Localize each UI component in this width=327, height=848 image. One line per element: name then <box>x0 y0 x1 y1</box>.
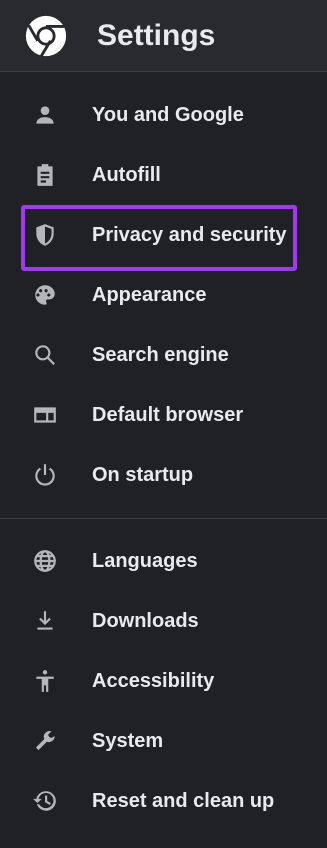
sidebar-item-label: Accessibility <box>92 669 215 692</box>
sidebar-item-you-and-google[interactable]: You and Google <box>0 85 327 145</box>
sidebar-item-label: Reset and clean up <box>92 789 275 812</box>
sidebar-item-label: Downloads <box>92 609 199 632</box>
sidebar-item-label: System <box>92 729 164 752</box>
power-icon <box>32 462 58 488</box>
sidebar-item-privacy-and-security[interactable]: Privacy and security <box>0 205 327 265</box>
search-icon <box>32 342 58 368</box>
chrome-logo-icon[interactable] <box>23 13 69 59</box>
clipboard-icon <box>32 162 58 188</box>
sidebar-item-accessibility[interactable]: Accessibility <box>0 651 327 711</box>
sidebar-item-label: Search engine <box>92 343 229 366</box>
sidebar-item-label: Privacy and security <box>92 223 287 246</box>
sidebar-item-appearance[interactable]: Appearance <box>0 265 327 325</box>
sidebar-item-languages[interactable]: Languages <box>0 531 327 591</box>
sidebar-item-reset-and-clean-up[interactable]: Reset and clean up <box>0 771 327 831</box>
globe-icon <box>32 548 58 574</box>
settings-header: Settings <box>0 0 327 72</box>
sidebar-item-downloads[interactable]: Downloads <box>0 591 327 651</box>
sidebar-item-label: Autofill <box>92 163 161 186</box>
sidebar-item-autofill[interactable]: Autofill <box>0 145 327 205</box>
reset-history-icon <box>32 788 58 814</box>
sidebar-item-label: Languages <box>92 549 198 572</box>
sidebar-item-label: Default browser <box>92 403 244 426</box>
accessibility-icon <box>32 668 58 694</box>
sidebar-item-label: Appearance <box>92 283 207 306</box>
browser-window-icon <box>32 402 58 428</box>
page-title: Settings <box>97 18 216 52</box>
wrench-icon <box>32 728 58 754</box>
sidebar-item-label: You and Google <box>92 103 244 126</box>
sidebar-item-label: On startup <box>92 463 194 486</box>
person-icon <box>32 102 58 128</box>
sidebar-item-default-browser[interactable]: Default browser <box>0 385 327 445</box>
sidebar-item-on-startup[interactable]: On startup <box>0 445 327 505</box>
shield-icon <box>32 222 58 248</box>
download-icon <box>32 608 58 634</box>
palette-icon <box>32 282 58 308</box>
sidebar-item-system[interactable]: System <box>0 711 327 771</box>
sidebar-item-search-engine[interactable]: Search engine <box>0 325 327 385</box>
section-divider <box>0 518 327 519</box>
